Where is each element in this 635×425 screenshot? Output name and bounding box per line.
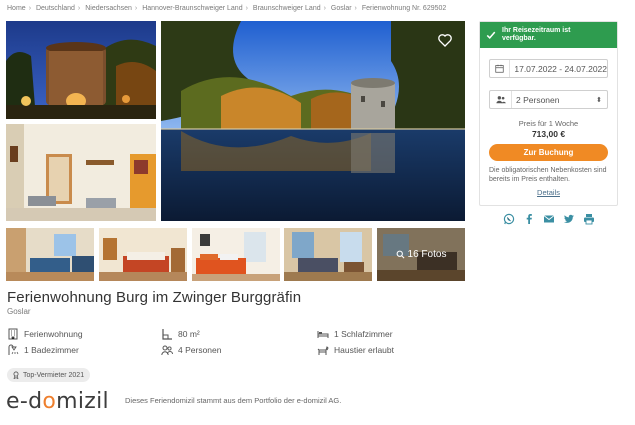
more-photos-label: 16 Fotos — [407, 249, 447, 260]
price-value: 713,00 € — [531, 129, 566, 139]
feature-type: Ferienwohnung — [7, 328, 83, 340]
feature-bathrooms: 1 Badezimmer — [7, 344, 79, 356]
select-arrows-icon: ⬍ — [596, 96, 602, 104]
feature-persons: 4 Personen — [161, 344, 221, 356]
date-range-field[interactable]: 17.07.2022 - 24.07.2022 — [489, 59, 608, 78]
feature-bathrooms-label: 1 Badezimmer — [24, 345, 79, 355]
feature-bedrooms-label: 1 Schlafzimmer — [334, 329, 393, 339]
photo-tower-night[interactable] — [6, 21, 156, 119]
guests-select[interactable]: 2 Personen ⬍ — [489, 90, 608, 109]
feature-pets: Haustier erlaubt — [317, 344, 394, 356]
share-bar — [503, 213, 595, 225]
breadcrumb-subregion[interactable]: Braunschweiger Land — [253, 5, 321, 12]
breadcrumb-region[interactable]: Hannover-Braunschweiger Land — [142, 5, 242, 12]
e-domizil-logo[interactable]: e-domizil — [6, 389, 109, 414]
shower-icon — [8, 344, 19, 355]
more-photos-overlay[interactable]: 16 Fotos — [377, 228, 465, 281]
breadcrumb-state[interactable]: Niedersachsen — [85, 5, 132, 12]
breadcrumb-country[interactable]: Deutschland — [36, 5, 75, 12]
checkmark-icon — [486, 31, 496, 40]
availability-text: Ihr Reisezeitraum ist verfügbar. — [502, 26, 571, 42]
people-icon — [161, 345, 173, 356]
feature-area: 80 m² — [161, 328, 200, 340]
facebook-icon[interactable] — [523, 213, 535, 225]
building-icon — [8, 328, 18, 340]
favorite-heart-icon[interactable] — [437, 32, 453, 48]
breadcrumb-current: Ferienwohnung Nr. 629502 — [361, 5, 447, 12]
breadcrumb: Home › Deutschland › Niedersachsen › Hannov… — [7, 5, 447, 12]
twitter-icon[interactable] — [563, 213, 575, 225]
booking-panel: Ihr Reisezeitraum ist verfügbar. 17.07.2… — [479, 21, 618, 206]
photo-thumb-lounge[interactable] — [284, 228, 372, 281]
bed-icon — [317, 331, 329, 338]
pet-icon — [317, 346, 329, 355]
photo-thumb-living[interactable] — [6, 228, 94, 281]
top-host-badge: Top-Vermieter 2021 — [7, 368, 91, 382]
search-icon — [396, 250, 405, 259]
photo-main-lake[interactable] — [161, 21, 465, 221]
photo-interior-hallway[interactable] — [6, 124, 156, 221]
floor-area-icon — [162, 329, 172, 340]
feature-pets-label: Haustier erlaubt — [334, 345, 395, 355]
print-icon[interactable] — [583, 213, 595, 225]
book-button[interactable]: Zur Buchung — [489, 144, 608, 161]
breadcrumb-home[interactable]: Home — [7, 5, 26, 12]
availability-banner: Ihr Reisezeitraum ist verfügbar. — [480, 22, 617, 48]
photo-thumb-bedroom-2[interactable] — [192, 228, 280, 281]
photo-thumb-bedroom-1[interactable] — [99, 228, 187, 281]
email-icon[interactable] — [543, 213, 555, 225]
details-link[interactable]: Details — [480, 188, 617, 197]
whatsapp-icon[interactable] — [503, 213, 515, 225]
listing-title: Ferienwohnung Burg im Zwinger Burggräfin — [7, 289, 302, 306]
top-host-badge-label: Top-Vermieter 2021 — [23, 371, 85, 379]
price-label: Preis für 1 Woche — [518, 119, 579, 128]
guests-icon — [490, 91, 512, 108]
provider-note: Dieses Feriendomizil stammt aus dem Port… — [125, 396, 342, 405]
feature-area-label: 80 m² — [178, 329, 200, 339]
listing-location: Goslar — [7, 307, 31, 316]
cost-note: Die obligatorischen Nebenkosten sind ber… — [489, 167, 607, 184]
breadcrumb-city[interactable]: Goslar — [331, 5, 352, 12]
feature-type-label: Ferienwohnung — [24, 329, 83, 339]
calendar-icon — [490, 60, 511, 77]
feature-bedrooms: 1 Schlafzimmer — [317, 328, 393, 340]
guests-value: 2 Personen — [516, 94, 560, 105]
date-range-value: 17.07.2022 - 24.07.2022 — [514, 63, 607, 74]
feature-persons-label: 4 Personen — [178, 345, 222, 355]
award-icon — [13, 371, 19, 379]
